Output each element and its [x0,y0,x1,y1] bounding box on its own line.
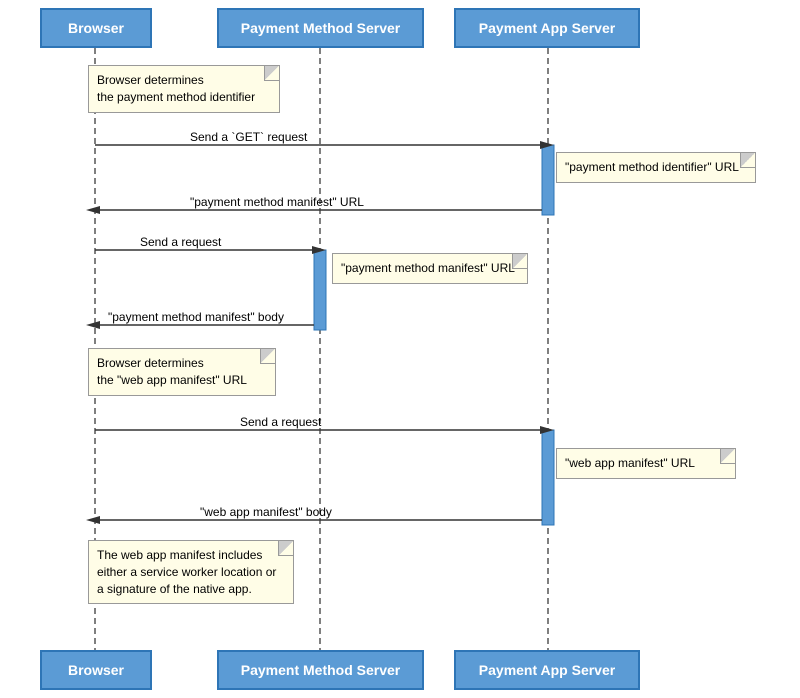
note-payment-method-manifest-url: "payment method manifest" URL [332,253,528,284]
arrow3-label: Send a request [140,235,221,249]
arrow1-label: Send a `GET` request [190,130,307,144]
actor-payment-method-server-bottom: Payment Method Server [217,650,424,690]
note-webapp-manifest-url: "web app manifest" URL [556,448,736,479]
sequence-diagram: Send a `GET` request "payment method man… [0,0,800,698]
actor-payment-app-server-bottom: Payment App Server [454,650,640,690]
arrow6-label: "web app manifest" body [200,505,332,519]
note-browser-determines-webapp: Browser determinesthe "web app manifest"… [88,348,276,396]
actor-payment-app-server-top: Payment App Server [454,8,640,48]
arrow2-label: "payment method manifest" URL [190,195,364,209]
arrow5-label: Send a request [240,415,321,429]
note-browser-determines-method: Browser determinesthe payment method ide… [88,65,280,113]
note-payment-method-identifier-url: "payment method identifier" URL [556,152,756,183]
note-webapp-manifest-includes: The web app manifest includeseither a se… [88,540,294,604]
actor-browser-bottom: Browser [40,650,152,690]
actor-browser-top: Browser [40,8,152,48]
actor-payment-method-server-top: Payment Method Server [217,8,424,48]
arrow4-label: "payment method manifest" body [108,310,284,324]
